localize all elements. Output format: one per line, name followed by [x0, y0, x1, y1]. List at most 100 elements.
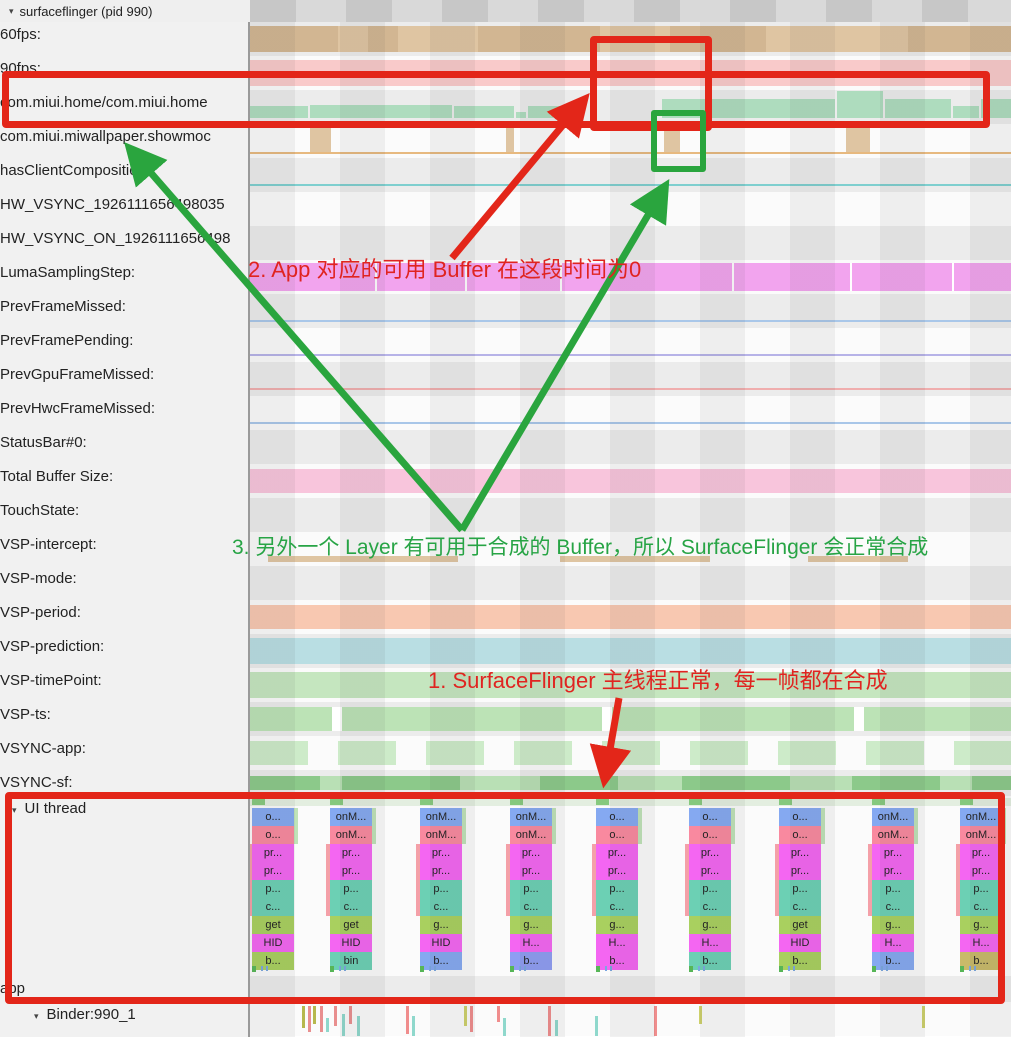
- track-label-row-prevframemissed[interactable]: PrevFrameMissed:: [0, 294, 248, 328]
- binder-slice-tick[interactable]: [464, 1006, 467, 1026]
- ui-thread-slice[interactable]: b...: [252, 952, 294, 970]
- timeline-header-strip[interactable]: [250, 0, 1011, 23]
- ui-thread-slice[interactable]: p...: [960, 880, 1002, 898]
- ui-thread-slice[interactable]: get: [330, 916, 372, 934]
- ui-thread-slice[interactable]: p...: [779, 880, 821, 898]
- ui-thread-slice[interactable]: g...: [510, 916, 552, 934]
- ui-thread-slice[interactable]: c...: [872, 898, 914, 916]
- ui-thread-slice[interactable]: pr...: [779, 844, 821, 862]
- ui-thread-slice[interactable]: o...: [779, 808, 821, 826]
- binder-slice-tick[interactable]: [497, 1006, 500, 1022]
- ui-thread-slice[interactable]: b...: [689, 952, 731, 970]
- ui-thread-slice[interactable]: pr...: [252, 862, 294, 880]
- binder-slice-tick[interactable]: [349, 1006, 352, 1024]
- buffer-count-bar[interactable]: [310, 105, 452, 118]
- track-label-row-prevhwcframemissed[interactable]: PrevHwcFrameMissed:: [0, 396, 248, 430]
- ui-thread-slice[interactable]: c...: [689, 898, 731, 916]
- buffer-count-bar[interactable]: [837, 91, 883, 118]
- track-label-row-com-miui-miwallpaper-showmoc[interactable]: com.miui.miwallpaper.showmoc: [0, 124, 248, 158]
- ui-thread-slice[interactable]: pr...: [960, 844, 1002, 862]
- binder-slice-tick[interactable]: [654, 1006, 657, 1036]
- ui-thread-slice[interactable]: p...: [420, 880, 462, 898]
- ui-thread-slice[interactable]: onM...: [420, 826, 462, 844]
- buffer-count-bar[interactable]: [250, 106, 308, 118]
- track-label-row-vsp-period[interactable]: VSP-period:: [0, 600, 248, 634]
- track-label-row-vsp-ts[interactable]: VSP-ts:: [0, 702, 248, 736]
- ui-thread-slice[interactable]: pr...: [420, 862, 462, 880]
- binder-slice-tick[interactable]: [342, 1014, 345, 1036]
- ui-thread-slice[interactable]: b...: [510, 952, 552, 970]
- ui-thread-slice[interactable]: get: [252, 916, 294, 934]
- track-label-row-hw-vsync-on-1926111656498[interactable]: HW_VSYNC_ON_1926111656498: [0, 226, 248, 260]
- binder-slice-tick[interactable]: [470, 1006, 473, 1032]
- track-label-row-vsync-app[interactable]: VSYNC-app:: [0, 736, 248, 770]
- ui-thread-slice[interactable]: onM...: [960, 808, 1002, 826]
- ui-thread-slice[interactable]: pr...: [779, 862, 821, 880]
- ui-thread-slice[interactable]: c...: [420, 898, 462, 916]
- binder-slice-tick[interactable]: [313, 1006, 316, 1024]
- ui-thread-slice[interactable]: g...: [960, 916, 1002, 934]
- ui-thread-slice[interactable]: pr...: [872, 844, 914, 862]
- ui-thread-slice[interactable]: HID: [779, 934, 821, 952]
- binder-slice-tick[interactable]: [406, 1006, 409, 1034]
- buffer-count-bar[interactable]: [846, 128, 870, 152]
- ui-thread-slice[interactable]: o...: [252, 826, 294, 844]
- ui-thread-slice[interactable]: g...: [689, 916, 731, 934]
- ui-thread-slice[interactable]: H...: [689, 934, 731, 952]
- binder-slice-tick[interactable]: [595, 1016, 598, 1036]
- ui-thread-slice[interactable]: c...: [596, 898, 638, 916]
- buffer-count-bar[interactable]: [528, 106, 560, 118]
- track-label-row-60fps[interactable]: 60fps:: [0, 22, 248, 56]
- ui-thread-slice[interactable]: onM...: [872, 826, 914, 844]
- ui-thread-slice[interactable]: H...: [510, 934, 552, 952]
- track-label-row-hw-vsync-1926111656498035[interactable]: HW_VSYNC_1926111656498035: [0, 192, 248, 226]
- ui-thread-slice[interactable]: pr...: [420, 844, 462, 862]
- binder-slice-tick[interactable]: [326, 1018, 329, 1032]
- collapse-arrow-icon[interactable]: ▾: [12, 805, 17, 816]
- binder-slice-tick[interactable]: [699, 1006, 702, 1024]
- collapse-arrow-icon[interactable]: ▾: [9, 6, 14, 17]
- buffer-count-bar[interactable]: [506, 128, 514, 152]
- track-label-row-com-miui-home-com-miui-home[interactable]: com.miui.home/com.miui.home: [0, 90, 248, 124]
- ui-thread-slice[interactable]: get: [779, 916, 821, 934]
- ui-thread-slice[interactable]: o...: [596, 808, 638, 826]
- ui-thread-slice[interactable]: p...: [596, 880, 638, 898]
- binder-slice-tick[interactable]: [302, 1006, 305, 1028]
- ui-thread-slice[interactable]: pr...: [960, 862, 1002, 880]
- ui-thread-slice[interactable]: onM...: [330, 808, 372, 826]
- ui-thread-slice[interactable]: b...: [596, 952, 638, 970]
- ui-thread-slice[interactable]: c...: [779, 898, 821, 916]
- track-label-row-vsp-timepoint[interactable]: VSP-timePoint:: [0, 668, 248, 702]
- ui-thread-slice[interactable]: H...: [872, 934, 914, 952]
- track-label-row-statusbar-0[interactable]: StatusBar#0:: [0, 430, 248, 464]
- ui-thread-slice[interactable]: p...: [510, 880, 552, 898]
- ui-thread-slice[interactable]: o...: [689, 808, 731, 826]
- ui-thread-slice[interactable]: onM...: [420, 808, 462, 826]
- ui-thread-slice[interactable]: pr...: [596, 862, 638, 880]
- ui-thread-slice[interactable]: pr...: [252, 844, 294, 862]
- buffer-count-bar[interactable]: [953, 106, 979, 118]
- ui-thread-slice[interactable]: HID: [252, 934, 294, 952]
- binder-slice-tick[interactable]: [334, 1006, 337, 1026]
- ui-thread-slice[interactable]: p...: [252, 880, 294, 898]
- ui-thread-slice[interactable]: b...: [960, 952, 1002, 970]
- binder-slice-tick[interactable]: [503, 1018, 506, 1036]
- binder-slice-tick[interactable]: [412, 1016, 415, 1036]
- ui-thread-slice[interactable]: p...: [689, 880, 731, 898]
- process-group-header[interactable]: ▾ surfaceflinger (pid 990): [0, 0, 250, 23]
- ui-thread-slice[interactable]: onM...: [330, 826, 372, 844]
- ui-thread-slice[interactable]: pr...: [330, 844, 372, 862]
- ui-thread-slice[interactable]: b...: [420, 952, 462, 970]
- buffer-count-bar[interactable]: [516, 112, 526, 118]
- ui-thread-slice[interactable]: bin: [330, 952, 372, 970]
- track-label-row-vsp-prediction[interactable]: VSP-prediction:: [0, 634, 248, 668]
- ui-thread-slice[interactable]: o...: [596, 826, 638, 844]
- ui-thread-slice[interactable]: pr...: [510, 862, 552, 880]
- track-label-row-binder-990-1[interactable]: ▾Binder:990_1: [0, 1002, 248, 1036]
- track-label-row-hasclientcomposition[interactable]: hasClientComposition:: [0, 158, 248, 192]
- buffer-count-bar[interactable]: [454, 106, 514, 118]
- ui-thread-slice[interactable]: pr...: [872, 862, 914, 880]
- ui-thread-slice[interactable]: c...: [252, 898, 294, 916]
- ui-thread-slice[interactable]: g...: [872, 916, 914, 934]
- ui-thread-slice[interactable]: pr...: [689, 844, 731, 862]
